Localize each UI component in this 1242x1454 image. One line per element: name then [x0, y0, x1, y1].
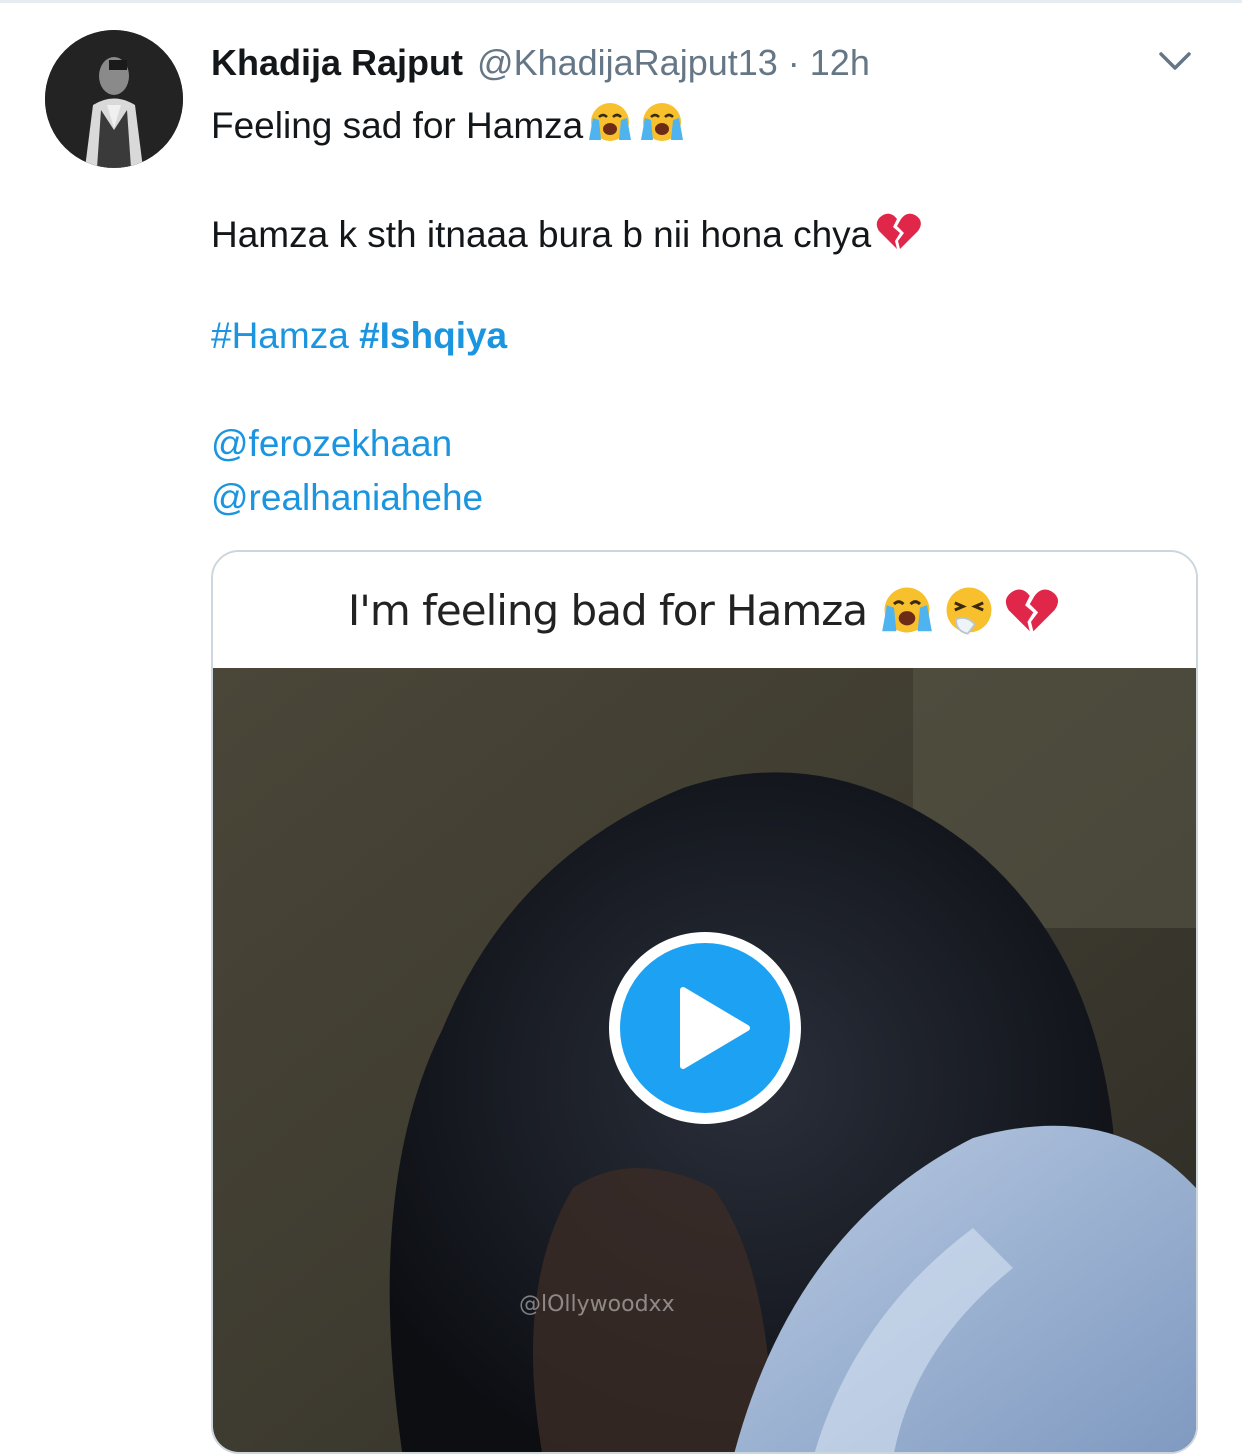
- avatar[interactable]: [45, 30, 183, 168]
- broken-heart-emoji: [1005, 589, 1059, 632]
- separator-dot: ·: [787, 42, 800, 83]
- loudly-crying-face-emoji: [882, 587, 932, 633]
- author-handle[interactable]: @KhadijaRajput13: [477, 42, 778, 84]
- hashtag-hamza[interactable]: #Hamza: [211, 315, 349, 356]
- loudly-crying-face-emoji: [589, 103, 632, 141]
- avatar-photo: [45, 30, 183, 168]
- timestamp[interactable]: 12h: [810, 42, 870, 84]
- video-caption: I'm feeling bad for Hamza: [347, 585, 868, 635]
- mention-realhaniahehe[interactable]: @realhaniahehe: [211, 477, 483, 518]
- tweet-text-feeling: Feeling sad for Hamza: [211, 105, 584, 146]
- play-icon[interactable]: [605, 928, 805, 1128]
- mention-ferozekhaan[interactable]: @ferozekhaan: [211, 423, 452, 464]
- tweet-text-line: Hamza k sth itnaaa bura b nii hona chya: [211, 209, 923, 253]
- tweet-text-hamza: Hamza k sth itnaaa bura b nii hona chya: [211, 214, 872, 255]
- mention-line: @ferozekhaan: [211, 425, 452, 462]
- mention-line: @realhaniahehe: [211, 479, 483, 516]
- loudly-crying-face-emoji: [641, 103, 684, 141]
- broken-heart-emoji: [876, 213, 922, 249]
- author-name[interactable]: Khadija Rajput: [211, 42, 463, 84]
- video-caption-bar: I'm feeling bad for Hamza: [213, 552, 1196, 668]
- hashtag-line: #Hamza #Ishqiya: [211, 317, 507, 354]
- top-divider: [0, 0, 1242, 3]
- chevron-down-icon[interactable]: [1155, 44, 1195, 78]
- sneezing-face-emoji: [946, 587, 992, 635]
- tweet-header: Khadija Rajput @KhadijaRajput13 · 12h: [211, 38, 870, 88]
- media-card[interactable]: I'm feeling bad for Hamza @lOllywoodxx: [211, 550, 1198, 1454]
- hashtag-ishqiya[interactable]: #Ishqiya: [359, 315, 507, 356]
- video-watermark: @lOllywoodxx: [519, 1292, 675, 1317]
- tweet-text-line: Feeling sad for Hamza: [211, 100, 687, 144]
